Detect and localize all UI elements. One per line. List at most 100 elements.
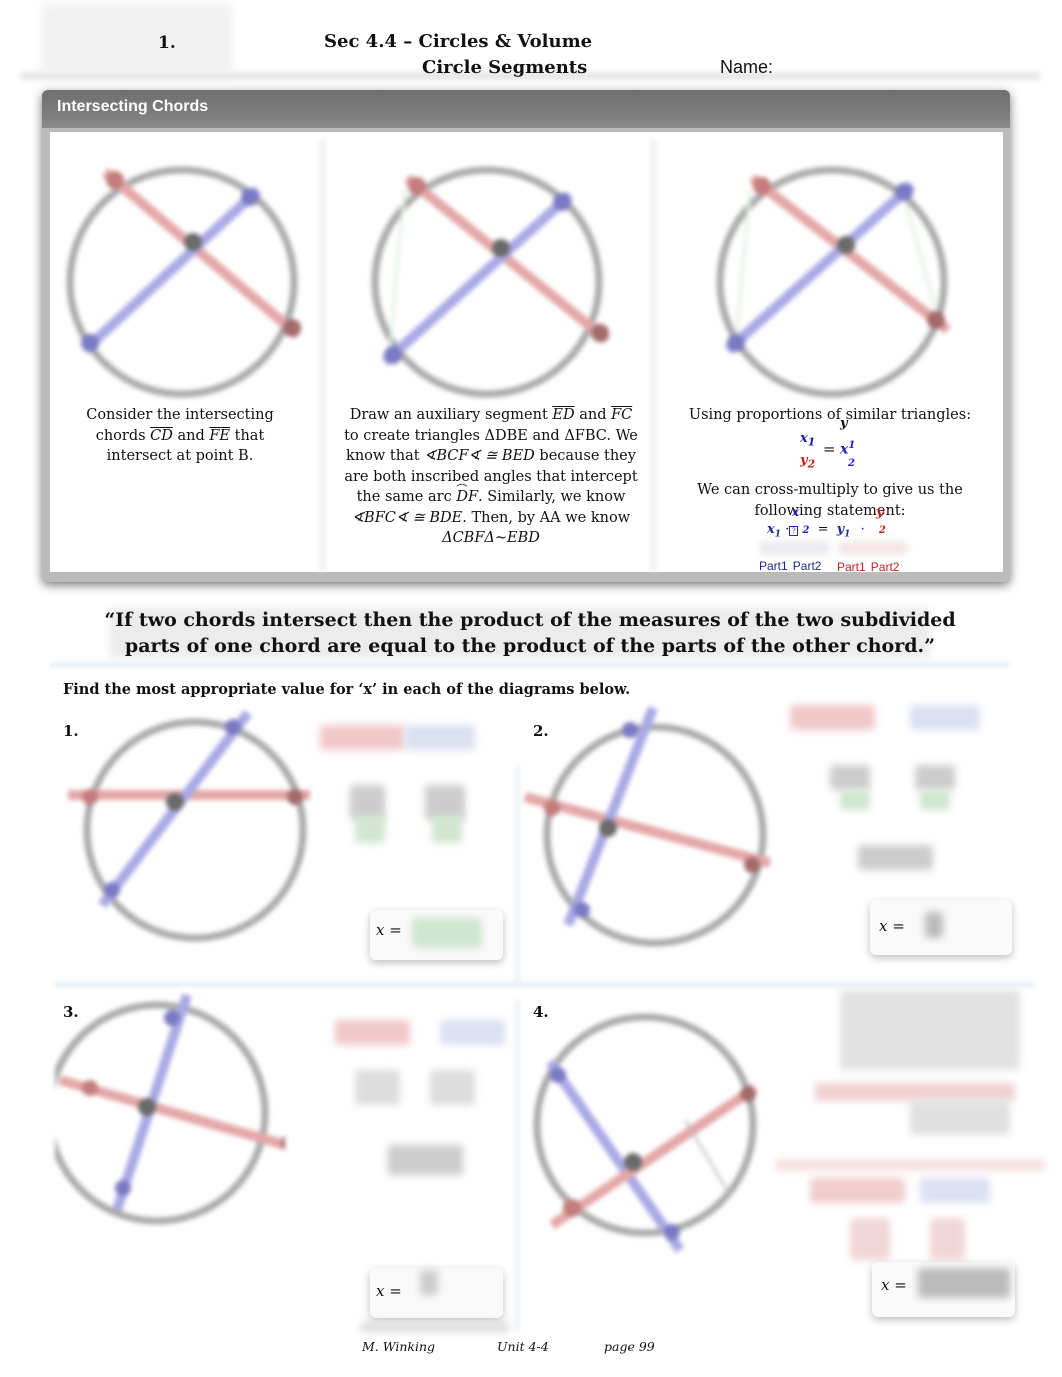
intersection-point xyxy=(599,819,617,837)
panel-title: Intersecting Chords xyxy=(57,98,209,115)
page-title: Sec 4.4 – Circles & Volume xyxy=(324,31,593,52)
divider xyxy=(50,662,1010,667)
blurred-work xyxy=(910,1100,1010,1135)
point-b xyxy=(184,233,202,251)
problem-1-diagram xyxy=(68,709,310,942)
sub: 2 xyxy=(807,457,816,471)
proportion-right: x1 xyxy=(840,440,855,458)
point-f xyxy=(106,171,124,189)
step1-description: Consider the intersecting chords CD and … xyxy=(60,405,300,467)
step3-line: We can cross-multiply to give us the xyxy=(697,482,963,498)
blurred-work xyxy=(858,845,933,870)
text: Draw an auxiliary segment xyxy=(349,407,548,423)
intersection-point xyxy=(166,793,184,811)
divider xyxy=(515,1000,520,1330)
point-c xyxy=(727,334,745,352)
step2-line: ∢BFC∢ ≅ BDE. Then, by AA we know xyxy=(330,508,652,529)
problem-4-diagram xyxy=(533,1013,758,1253)
endpoint xyxy=(563,1199,581,1217)
text: chords xyxy=(95,427,146,444)
angle-congruence: ∢BFC∢ ≅ BDE xyxy=(351,509,463,526)
blurred-work xyxy=(830,765,870,790)
blurred-work xyxy=(355,1070,400,1105)
endpoint xyxy=(225,719,241,735)
floating-y: y xyxy=(876,505,884,520)
point-d xyxy=(553,193,571,211)
sub: 2 xyxy=(802,525,810,536)
text: the same arc xyxy=(356,489,452,505)
chord-cd xyxy=(724,181,916,354)
equals-sign: = xyxy=(817,522,829,537)
step3-line: following statement: xyxy=(754,502,906,519)
step2-line: Draw an auxiliary segment ED and FC xyxy=(330,405,652,426)
blurred-work xyxy=(355,815,385,843)
endpoint xyxy=(82,1080,98,1096)
blurred-work xyxy=(432,815,462,843)
segment-label-line xyxy=(684,1119,731,1196)
sub: 2 xyxy=(848,458,855,469)
theorem-quote: “If two chords intersect then the produc… xyxy=(60,607,1000,659)
endpoint xyxy=(622,722,638,738)
point-e xyxy=(283,319,301,337)
similarity-statement: ΔCBFΔ~EBD xyxy=(442,530,540,546)
blurred-work xyxy=(388,1145,463,1175)
blurred-work xyxy=(335,1020,410,1045)
proportion-left: x1 y2 xyxy=(800,430,815,473)
point-e xyxy=(927,311,945,329)
var: x xyxy=(800,431,808,446)
step2-line: are both inscribed angles that intercept xyxy=(344,468,638,485)
chord-diagram-3 xyxy=(716,166,952,398)
part2-label: Part2 xyxy=(870,560,900,574)
cross-product-equation: x1 ·? 2 = y1 · 2 xyxy=(767,522,886,540)
step3-crossmultiply: We can cross-multiply to give us the fol… xyxy=(670,480,990,521)
footer-unit: Unit 4-4 xyxy=(497,1339,549,1354)
text: because they xyxy=(539,448,636,464)
blurred-work xyxy=(850,1218,890,1260)
circle xyxy=(66,166,298,398)
blurred-highlight xyxy=(838,542,908,554)
quote-line: parts of one chord are equal to the prod… xyxy=(124,635,936,657)
proportion-numerator: x1 xyxy=(800,430,815,452)
blurred-work xyxy=(920,1178,990,1203)
var: y xyxy=(800,452,808,468)
endpoint xyxy=(82,789,98,805)
blurred-work xyxy=(810,1178,905,1203)
blurred-answer xyxy=(420,1270,438,1295)
blurred-work xyxy=(430,1070,475,1105)
y1-term: y1 xyxy=(837,522,851,540)
point-b xyxy=(492,239,510,257)
endpoint xyxy=(287,789,303,805)
blurred-highlight xyxy=(760,542,830,554)
footer-author: M. Winking xyxy=(362,1339,436,1354)
quote-line: “If two chords intersect then the produc… xyxy=(104,609,956,631)
endpoint xyxy=(664,1224,680,1240)
endpoint xyxy=(544,800,560,816)
intersection-point xyxy=(138,1098,156,1116)
footer-shadow xyxy=(360,1322,510,1332)
point-f xyxy=(753,177,771,195)
var: x xyxy=(767,522,775,537)
problem-2-diagram xyxy=(523,706,772,947)
blurred-work xyxy=(840,790,870,810)
circle xyxy=(716,166,948,398)
dot: · xyxy=(860,522,865,537)
point-c xyxy=(384,346,402,364)
point-d xyxy=(895,183,913,201)
sub: 1 xyxy=(844,529,851,540)
endpoint xyxy=(744,857,760,873)
missing-glyph-box: ? xyxy=(789,526,799,536)
chord-diagram-1 xyxy=(66,166,302,398)
endpoint xyxy=(104,882,120,898)
intersection-point xyxy=(624,1153,642,1171)
sub: 2 xyxy=(878,525,886,536)
arc-mark: ⌒ xyxy=(456,483,468,496)
part2-label: Part2 xyxy=(792,559,822,573)
floating-y: y xyxy=(840,416,848,431)
step2-description: Draw an auxiliary segment ED and FC to c… xyxy=(330,405,652,549)
chord-cd xyxy=(381,191,574,366)
chord-cd-label: CD xyxy=(150,427,173,444)
blurred-work xyxy=(320,725,405,750)
point-f xyxy=(408,177,426,195)
text: and xyxy=(579,407,607,423)
blurred-work xyxy=(930,1218,965,1260)
